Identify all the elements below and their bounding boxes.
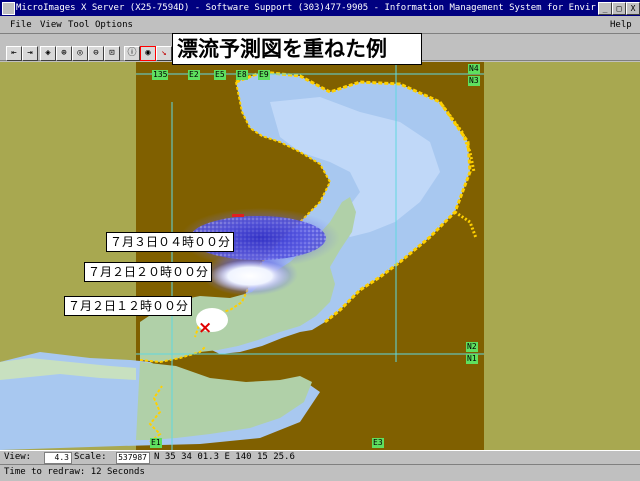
maximize-button[interactable]: □ <box>612 2 626 15</box>
forecast-callout-0702-20: ７月２日２０時００分 <box>84 262 213 282</box>
grid-label: E1 <box>150 438 162 448</box>
close-button[interactable]: X <box>626 2 640 15</box>
select-icon[interactable]: ◉ <box>140 46 156 61</box>
measure-icon[interactable]: ↘ <box>156 46 172 61</box>
grid-label: E3 <box>372 438 384 448</box>
grid-label: E8 <box>236 70 248 80</box>
info-icon[interactable]: ⓘ <box>124 46 140 61</box>
menu-options[interactable]: Options <box>95 17 133 33</box>
grid-label: E9 <box>258 70 270 80</box>
zoom-box-icon[interactable]: ⊡ <box>104 46 120 61</box>
menu-bar: File View Tool Options Help <box>0 17 640 34</box>
scale-label: Scale: <box>74 452 107 462</box>
menu-tool[interactable]: Tool <box>68 17 90 33</box>
map-view[interactable]: 135 E2 E5 E8 E9 N4 N3 N2 N1 E1 E3 ７月３日０４… <box>0 62 640 450</box>
minimize-button[interactable]: _ <box>598 2 612 15</box>
coast-mark <box>232 214 244 217</box>
spill-origin-marker: × <box>198 318 213 338</box>
zoom-icon[interactable]: ◎ <box>72 46 88 61</box>
title-bar: MicroImages X Server (X25-7594D) - Softw… <box>0 0 640 16</box>
view-value[interactable]: 4.3 <box>44 452 72 464</box>
coordinate-readout: N 35 34 01.3 E 140 15 25.6 <box>154 452 295 462</box>
menu-help[interactable]: Help <box>610 17 632 33</box>
pan-left-icon[interactable]: ⇤ <box>6 46 22 61</box>
window-title: MicroImages X Server (X25-7594D) - Softw… <box>16 3 596 13</box>
grid-label: 135 <box>152 70 169 80</box>
redraw-message: Time to redraw: 12 Seconds <box>4 467 145 477</box>
map-canvas[interactable] <box>0 62 640 450</box>
zoom-in-icon[interactable]: ⊕ <box>56 46 72 61</box>
view-label: View: <box>4 452 32 462</box>
grid-label: E2 <box>188 70 200 80</box>
slick-0702-20-core <box>210 260 290 292</box>
menu-file[interactable]: File <box>10 17 32 33</box>
forecast-callout-0702-12: ７月２日１２時００分 <box>64 296 193 316</box>
grid-label: E5 <box>214 70 226 80</box>
grid-label: N4 <box>468 64 480 74</box>
app-icon[interactable] <box>2 2 15 15</box>
scale-value[interactable]: 537987 <box>116 452 150 464</box>
grid-label: N1 <box>466 354 478 364</box>
message-bar: Time to redraw: 12 Seconds <box>0 464 640 481</box>
forecast-callout-0703-04: ７月３日０４時００分 <box>106 232 235 252</box>
status-bar: View: 4.3 Scale: 537987 N 35 34 01.3 E 1… <box>0 450 640 464</box>
grid-label: N2 <box>466 342 478 352</box>
grid-label: N3 <box>468 76 480 86</box>
pan-right-icon[interactable]: ⇥ <box>22 46 38 61</box>
overlay-banner: 漂流予測図を重ねた例 <box>172 33 422 65</box>
layer-icon[interactable]: ◈ <box>40 46 56 61</box>
zoom-out-icon[interactable]: ⊖ <box>88 46 104 61</box>
menu-view[interactable]: View <box>40 17 62 33</box>
